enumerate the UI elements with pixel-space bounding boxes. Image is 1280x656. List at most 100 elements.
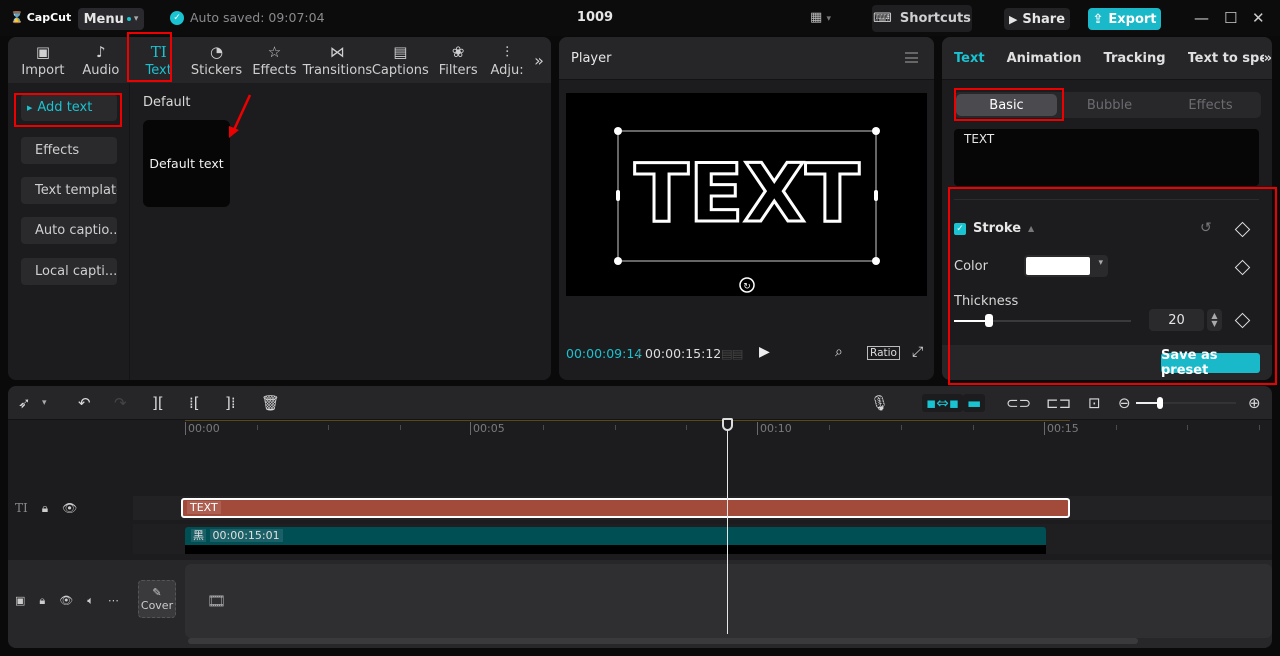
ruler-tick: [399, 425, 401, 430]
rotate-glyph: ↻: [743, 282, 751, 292]
resize-handle-br[interactable]: [872, 257, 880, 265]
tab-text[interactable]: TI Text: [130, 37, 188, 83]
text-clip[interactable]: TEXT: [181, 498, 1070, 518]
select-tool-button[interactable]: ➶: [18, 394, 31, 412]
split-left-button[interactable]: ⁞[: [189, 394, 200, 412]
reset-icon[interactable]: ↺: [1200, 220, 1212, 236]
lock-icon[interactable]: 🔒︎: [42, 501, 48, 516]
thickness-input[interactable]: 20: [1149, 309, 1204, 331]
keyframe-stroke-icon[interactable]: [1234, 221, 1251, 238]
time-ruler[interactable]: 00:00 00:05 00:10 00:15: [8, 420, 1272, 442]
default-text-card[interactable]: Default text: [143, 120, 230, 207]
minimize-button[interactable]: —: [1194, 9, 1209, 27]
timeline-scrollbar[interactable]: [188, 638, 1138, 644]
tab-animation[interactable]: Animation: [1007, 51, 1082, 66]
speaker-icon[interactable]: 🔈︎: [87, 594, 94, 608]
hamburger-menu-icon[interactable]: [905, 52, 918, 63]
cover-button[interactable]: ✎ Cover: [138, 580, 176, 618]
split-right-button[interactable]: ]⁞: [225, 394, 236, 412]
close-button[interactable]: ✕: [1252, 9, 1265, 27]
zoom-slider[interactable]: [1136, 397, 1236, 409]
preview-canvas[interactable]: TEXT ↻: [566, 93, 927, 296]
auto-snap-button[interactable]: ▬: [963, 394, 986, 412]
stroke-color-picker[interactable]: ▾: [1024, 255, 1108, 277]
resize-handle-tr[interactable]: [872, 127, 880, 135]
split-button[interactable]: ][: [152, 394, 164, 412]
subtab-bubble[interactable]: Bubble: [1059, 92, 1160, 118]
layout-button[interactable]: ▦ ▾: [810, 10, 831, 25]
stroke-checkbox[interactable]: ✓: [954, 222, 966, 235]
more-tabs-button[interactable]: »: [527, 37, 551, 83]
main-track-magnet-button[interactable]: ▪⇔▪: [922, 394, 963, 412]
thickness-stepper[interactable]: ▲ ▼: [1207, 309, 1222, 331]
fullscreen-icon: ⤢: [912, 344, 924, 360]
eye-icon[interactable]: 👁︎: [59, 594, 73, 608]
thickness-slider[interactable]: [954, 314, 1131, 327]
subtab-basic[interactable]: Basic: [956, 94, 1057, 116]
chevron-down-icon[interactable]: ▼: [1211, 320, 1217, 328]
stickers-icon: ◔: [210, 42, 224, 61]
zoom-scan-icon: ⌕: [835, 344, 843, 360]
zoom-to-fit-button[interactable]: ⊡: [1088, 394, 1101, 412]
tab-transitions[interactable]: ⋈ Transitions: [303, 37, 373, 83]
zoom-out-button[interactable]: ⊖: [1118, 394, 1131, 412]
resize-handle-bl[interactable]: [614, 257, 622, 265]
share-button[interactable]: ▶ Share: [1004, 8, 1070, 30]
tab-text-props[interactable]: Text: [954, 51, 985, 66]
tab-audio[interactable]: ♪ Audio: [72, 37, 130, 83]
main-track-drop-area[interactable]: 🎞︎: [185, 564, 1272, 638]
save-as-preset-button[interactable]: Save as preset: [1161, 348, 1260, 378]
subtab-effects[interactable]: Effects: [1160, 92, 1261, 118]
sidebar-item-local-captions[interactable]: Local capti...: [21, 258, 117, 285]
zoom-in-button[interactable]: ⊕: [1248, 394, 1261, 412]
undo-icon: ↶: [78, 394, 91, 412]
video-clip[interactable]: 黑 00:00:15:01: [185, 527, 1046, 545]
text-content-input[interactable]: TEXT: [954, 129, 1259, 186]
fullscreen-button[interactable]: ⤢: [912, 344, 923, 360]
more-icon[interactable]: ⋯: [108, 594, 119, 608]
lock-icon[interactable]: 🔒︎: [39, 594, 45, 608]
zoom-slider-handle[interactable]: [1157, 397, 1163, 409]
redo-button[interactable]: ↷: [114, 394, 127, 412]
slider-handle[interactable]: [985, 314, 994, 327]
resize-handle-tl[interactable]: [614, 127, 622, 135]
link-button[interactable]: ⊂⊃: [1006, 394, 1031, 412]
keyframe-thickness-icon[interactable]: [1234, 312, 1251, 329]
sidebar-item-text-template[interactable]: Text template: [21, 177, 117, 204]
zoom-fit-button[interactable]: ⌕: [835, 344, 843, 360]
tab-filters[interactable]: ❀ Filters: [429, 37, 487, 83]
eye-icon[interactable]: 👁︎: [62, 501, 77, 515]
shortcuts-button[interactable]: ⌨ Shortcuts: [872, 5, 972, 32]
tab-effects[interactable]: ☆ Effects: [246, 37, 304, 83]
undo-button[interactable]: ↶: [78, 394, 91, 412]
delete-button[interactable]: 🗑: [261, 394, 280, 412]
color-label: Color: [954, 259, 988, 274]
maximize-button[interactable]: ☐: [1224, 9, 1237, 27]
playhead[interactable]: [727, 420, 728, 634]
keyframe-color-icon[interactable]: [1234, 259, 1251, 276]
tab-import[interactable]: ▣ Import: [14, 37, 72, 83]
inspector-panel: Text Animation Tracking Text to speech »…: [942, 37, 1272, 380]
tab-captions[interactable]: ▤ Captions: [371, 37, 429, 83]
chevron-down-icon[interactable]: ▾: [42, 398, 47, 408]
playhead-handle[interactable]: [722, 418, 733, 431]
menu-button[interactable]: Menu ▾: [78, 8, 144, 30]
record-voice-button[interactable]: 🎙: [870, 394, 889, 412]
sidebar-item-add-text[interactable]: ▶ Add text: [21, 94, 117, 121]
resize-handle-left[interactable]: [616, 190, 620, 201]
ruler-tick: [328, 425, 330, 430]
project-title[interactable]: 1009: [560, 10, 630, 25]
sidebar-item-effects[interactable]: Effects: [21, 137, 117, 164]
tab-text-to-speech[interactable]: Text to speech: [1188, 51, 1264, 66]
preview-axis-button[interactable]: ⊏⊐: [1046, 394, 1071, 412]
tab-tracking[interactable]: Tracking: [1104, 51, 1166, 66]
play-button[interactable]: ▶: [759, 344, 770, 360]
tab-adjust[interactable]: ⫶ Adju:: [487, 37, 527, 83]
ratio-button[interactable]: Ratio: [867, 346, 900, 360]
caret-up-icon[interactable]: ▲: [1028, 224, 1034, 233]
resize-handle-right[interactable]: [874, 190, 878, 201]
double-chevron-right-icon[interactable]: »: [1264, 51, 1272, 66]
export-button[interactable]: ⇪ Export: [1088, 8, 1161, 30]
tab-stickers[interactable]: ◔ Stickers: [188, 37, 246, 83]
sidebar-item-auto-captions[interactable]: Auto captio...: [21, 217, 117, 244]
